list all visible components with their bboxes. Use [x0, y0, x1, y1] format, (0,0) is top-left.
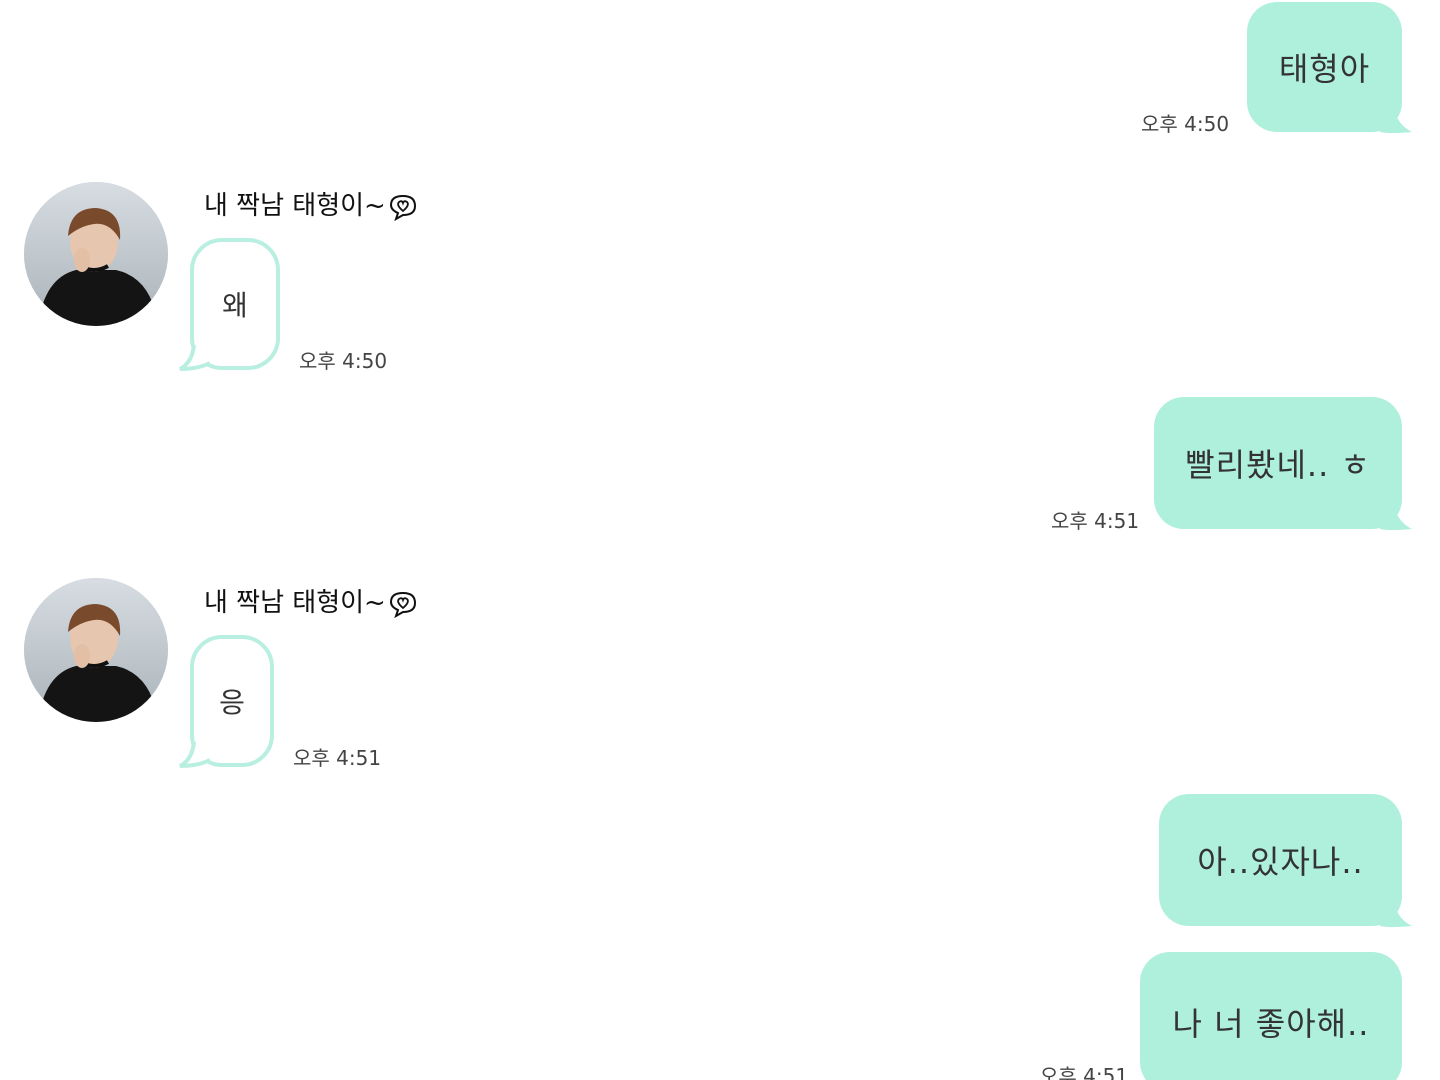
incoming-message[interactable]: 내 짝남 태형이~ 응 오후 4:51 — [0, 572, 1440, 782]
message-text: 태형아 — [1278, 50, 1371, 88]
outgoing-message[interactable]: 나 너 좋아해.. 오후 4:51 — [0, 952, 1440, 1080]
outgoing-message[interactable]: 아..있자나.. — [0, 792, 1440, 932]
sender-name: 내 짝남 태형이~ — [204, 582, 418, 619]
bubble-tail — [1380, 900, 1412, 927]
bubble-tail — [1380, 503, 1412, 530]
chat-transcript: 태형아 오후 4:50 내 짝남 태형이~ 왜 오후 4:50 빨리봤네.. ㅎ… — [0, 0, 1440, 1080]
bubble-tail — [179, 742, 211, 768]
message-bubble[interactable]: 빨리봤네.. ㅎ — [1154, 397, 1402, 529]
heart-speech-icon — [389, 591, 416, 618]
bubble-tail — [1380, 106, 1412, 133]
message-text: 응 — [219, 686, 245, 719]
profile-photo-icon — [24, 578, 168, 722]
profile-photo-icon — [24, 182, 168, 326]
message-bubble[interactable]: 나 너 좋아해.. — [1140, 952, 1402, 1080]
message-text: 왜 — [222, 289, 248, 322]
message-timestamp: 오후 4:50 — [1141, 112, 1230, 136]
message-bubble[interactable]: 태형아 — [1247, 2, 1402, 132]
message-bubble[interactable]: 아..있자나.. — [1159, 794, 1402, 926]
avatar[interactable] — [24, 578, 168, 722]
message-timestamp: 오후 4:51 — [293, 746, 382, 770]
message-text: 아..있자나.. — [1197, 843, 1364, 881]
outgoing-message[interactable]: 태형아 오후 4:50 — [0, 0, 1440, 140]
message-timestamp: 오후 4:50 — [299, 349, 388, 373]
outgoing-message[interactable]: 빨리봤네.. ㅎ 오후 4:51 — [0, 395, 1440, 535]
bubble-tail — [179, 345, 211, 371]
message-timestamp: 오후 4:51 — [1040, 1064, 1129, 1080]
incoming-message[interactable]: 내 짝남 태형이~ 왜 오후 4:50 — [0, 175, 1440, 385]
message-timestamp: 오후 4:51 — [1051, 509, 1140, 533]
message-text: 나 너 좋아해.. — [1172, 1005, 1370, 1043]
sender-name: 내 짝남 태형이~ — [204, 185, 418, 222]
heart-speech-icon — [389, 194, 416, 221]
avatar[interactable] — [24, 182, 168, 326]
message-text: 빨리봤네.. ㅎ — [1185, 446, 1371, 484]
